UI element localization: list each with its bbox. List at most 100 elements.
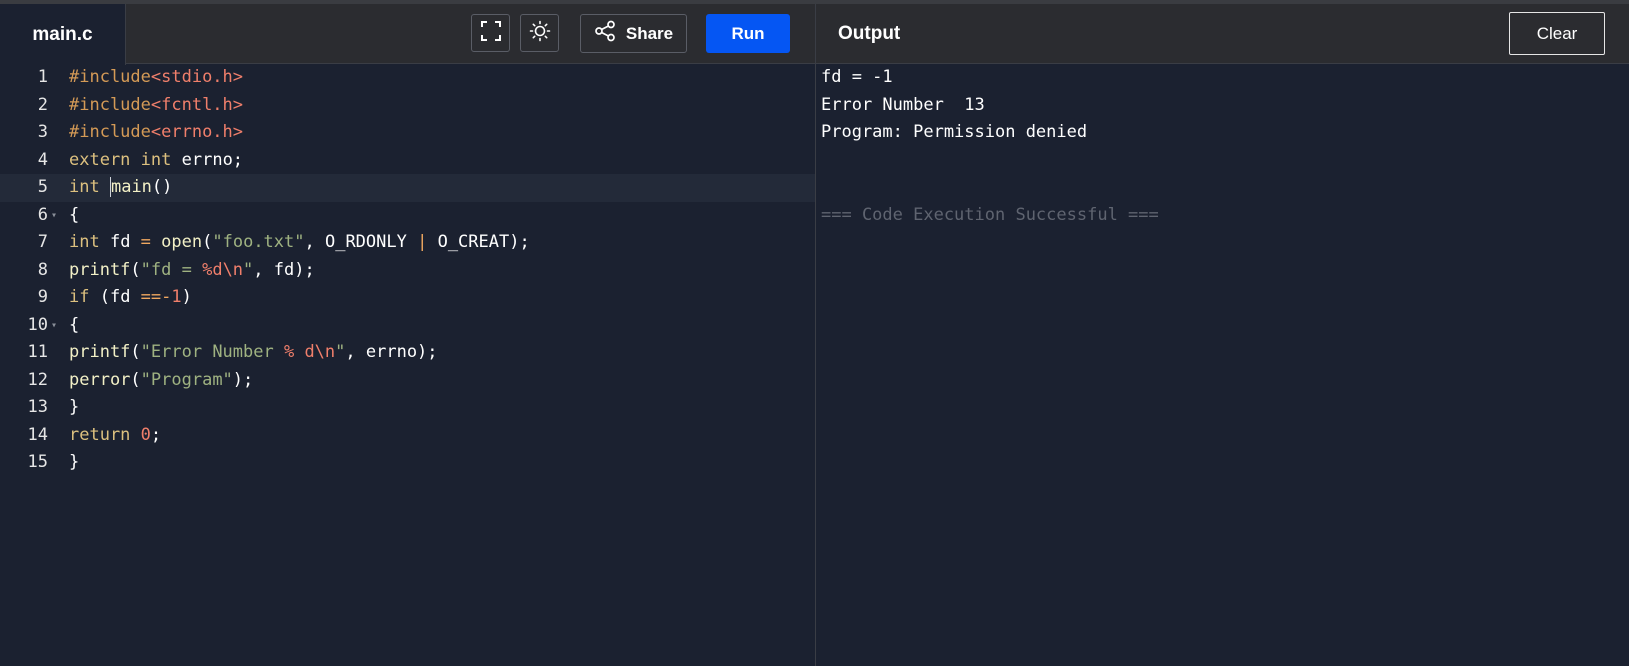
line-number: 2 <box>37 94 48 115</box>
code-token: fd <box>99 232 141 252</box>
code-token: ); <box>232 369 254 390</box>
code-token: , O_RDONLY <box>304 232 418 252</box>
output-title: Output <box>838 23 901 44</box>
execution-status: === Code Execution Successful === <box>821 204 1159 225</box>
output-line: Program: Permission denied <box>821 122 1088 142</box>
output-console: fd = -1 Error Number 13 Program: Permissio… <box>816 65 1629 666</box>
code-token: "Error Number <box>140 342 284 362</box>
output-line: fd = -1 <box>821 67 893 87</box>
line-number: 11 <box>27 342 48 362</box>
share-label: Share <box>625 23 674 43</box>
line-number: 6 <box>37 204 48 225</box>
code-token: } <box>69 452 80 472</box>
code-token: <fcntl.h> <box>150 94 244 115</box>
code-token: #include <box>69 122 151 142</box>
code-token: int <box>69 177 100 197</box>
code-text: printf("Error Number % d\n", errno); <box>69 339 438 367</box>
code-text: } <box>69 394 79 422</box>
code-text: #include<errno.h> <box>69 119 243 147</box>
code-text: if (fd ==-1) <box>69 284 192 312</box>
code-token: open <box>161 232 203 252</box>
share-button[interactable]: Share <box>580 14 687 53</box>
code-line[interactable]: 12 perror("Program"); <box>0 367 815 395</box>
code-text: #include<fcntl.h> <box>69 92 243 120</box>
code-token: { <box>69 314 80 335</box>
code-line[interactable]: 7 int fd = open("foo.txt", O_RDONLY | O_C… <box>0 229 815 257</box>
online-compiler-app: main.c Share Run Output Clear 1 #include… <box>0 0 1629 666</box>
code-token: printf <box>69 342 131 362</box>
code-line[interactable]: 9 if (fd ==-1) <box>0 284 815 312</box>
run-button[interactable]: Run <box>706 14 790 53</box>
code-token: %d\n <box>202 259 244 280</box>
code-token: ( <box>130 342 141 362</box>
fold-arrow-icon[interactable]: ▾ <box>51 202 57 230</box>
code-token: = <box>140 232 151 252</box>
line-number: 14 <box>27 424 48 445</box>
code-token: () <box>151 177 173 197</box>
code-token: perror <box>69 369 131 390</box>
fullscreen-button[interactable] <box>471 14 510 52</box>
code-line[interactable]: 11 printf("Error Number % d\n", errno); <box>0 339 815 367</box>
code-token: " <box>335 342 346 362</box>
code-text: perror("Program"); <box>69 367 253 395</box>
sun-icon <box>529 20 551 47</box>
code-token: 0 <box>140 424 151 445</box>
code-token: ; <box>150 424 162 445</box>
line-number: 9 <box>37 287 48 307</box>
code-text: printf("fd = %d\n", fd); <box>69 257 315 285</box>
code-token: #include <box>69 94 151 115</box>
code-token: ( <box>130 369 141 390</box>
code-token: ( <box>202 232 213 252</box>
code-token: | <box>417 232 428 252</box>
code-token: ( <box>130 259 141 280</box>
code-line[interactable]: 15} <box>0 449 815 477</box>
line-number: 8 <box>37 259 48 280</box>
code-token: , errno); <box>345 342 438 362</box>
code-editor[interactable]: 1 #include<stdio.h> 2 #include<fcntl.h> 3 #in… <box>0 65 815 666</box>
code-text: #include<stdio.h> <box>69 64 243 92</box>
line-number: 15 <box>27 452 48 472</box>
code-token: printf <box>69 259 131 280</box>
code-line[interactable]: 10 ▾ { <box>0 312 815 340</box>
code-token: return <box>69 424 131 445</box>
clear-button[interactable]: Clear <box>1509 12 1605 55</box>
file-tab-main-c[interactable]: main.c <box>0 4 126 65</box>
code-text: int main() <box>69 174 172 202</box>
line-number: 7 <box>37 232 48 252</box>
code-text: { <box>69 312 79 340</box>
code-token: "fd = <box>140 259 203 280</box>
code-line[interactable]: 13} <box>0 394 815 422</box>
code-line[interactable]: 6 ▾ { <box>0 202 815 230</box>
fullscreen-icon <box>480 20 502 47</box>
theme-toggle-button[interactable] <box>520 14 559 52</box>
code-line[interactable]: 14 return 0; <box>0 422 815 450</box>
code-text: extern int errno; <box>69 147 243 175</box>
code-line[interactable]: 2 #include<fcntl.h> <box>0 92 815 120</box>
code-line[interactable]: 4 extern int errno; <box>0 147 815 175</box>
code-line[interactable]: 8 printf("fd = %d\n", fd); <box>0 257 815 285</box>
code-token: " <box>243 259 254 280</box>
code-line[interactable]: 1 #include<stdio.h> <box>0 64 815 92</box>
code-line[interactable]: 3 #include<errno.h> <box>0 119 815 147</box>
output-line: Error Number 13 <box>821 94 985 115</box>
code-token: { <box>69 204 80 225</box>
code-token: int <box>140 149 172 170</box>
code-text: int fd = open("foo.txt", O_RDONLY | O_CR… <box>69 229 530 257</box>
code-token: errno; <box>171 149 244 170</box>
share-icon <box>594 20 616 47</box>
code-token: 1 <box>171 287 182 307</box>
line-number: 12 <box>27 369 48 390</box>
line-number: 4 <box>37 149 48 170</box>
line-number: 10 <box>27 314 48 335</box>
code-line[interactable]: 5 int main() <box>0 174 815 202</box>
code-token: ==- <box>140 287 172 307</box>
code-token: <stdio.h> <box>150 67 244 87</box>
fold-arrow-icon[interactable]: ▾ <box>51 312 57 340</box>
code-token: , fd); <box>253 259 315 280</box>
code-token: (fd <box>89 287 141 307</box>
code-token: #include <box>69 67 151 87</box>
code-token: "Program" <box>140 369 233 390</box>
code-token: % d\n <box>283 342 336 362</box>
